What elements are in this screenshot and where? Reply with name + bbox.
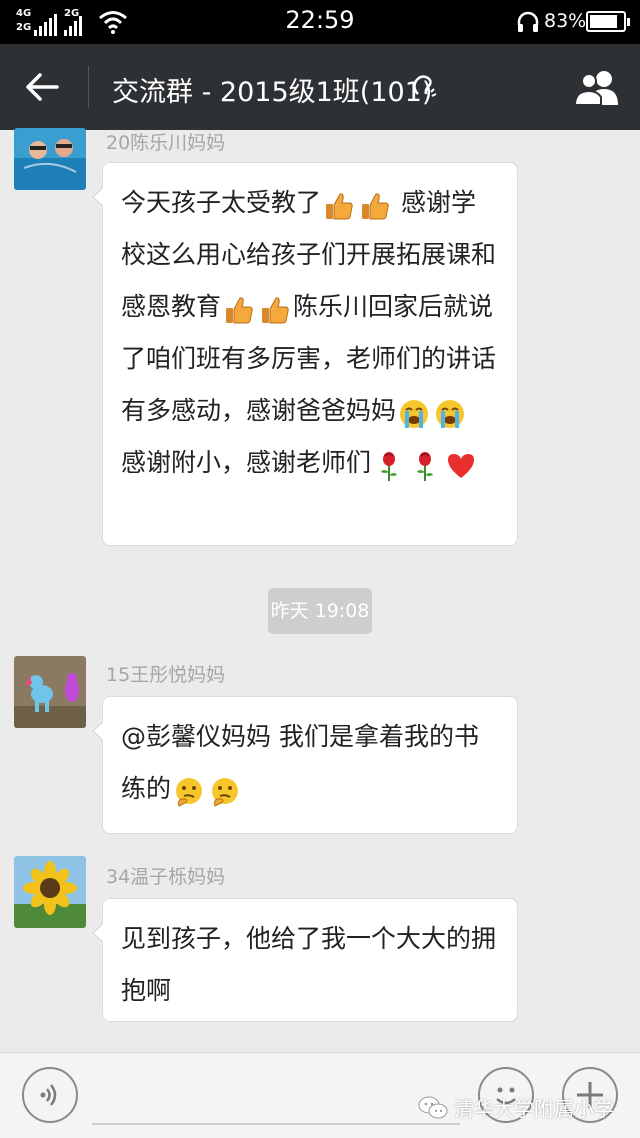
group-members-icon [573,71,618,105]
sender-name: 34温子栎妈妈 [106,866,226,888]
battery-icon [586,11,630,32]
voice-icon [40,1084,57,1106]
message-text: 今天孩子太受教了 [121,188,322,217]
message-text: 见到孩子，他给了我一个大大的拥抱啊 [121,924,497,1005]
message-bubble[interactable]: 见到孩子，他给了我一个大大的拥抱啊 [92,898,518,1022]
timestamp: 昨天 19:08 [268,588,372,634]
crying-face-icon [398,396,430,428]
earpiece-icon [413,75,437,97]
battery-fill [590,15,617,28]
voice-button[interactable] [22,1067,78,1123]
avatar[interactable] [14,656,86,728]
status-bar: 4G 2G 2G 22:59 83% [0,0,640,44]
thinking-face-icon [209,774,241,807]
crying-face-icon [434,396,466,428]
message-bubble[interactable]: @彭馨仪妈妈 我们是拿着我的书练的 [92,696,518,834]
message-bubble[interactable]: 今天孩子太受教了 感谢学校这么用心给孩子们开展拓展课和感恩教育 陈乐川回家后就说了… [92,162,518,546]
thumbs-up-icon [259,292,291,324]
sunflower-avatar [14,856,86,928]
arrow-left-icon [26,73,59,101]
message-input[interactable] [92,1123,460,1125]
group-members-button[interactable] [566,64,628,110]
headphone-icon [517,11,539,32]
wechat-logo-icon [418,1096,448,1118]
sender-name: 20陈乐川妈妈 [106,132,226,154]
input-bar: 清华大学附属小学 [0,1052,640,1138]
rose-icon [409,448,441,481]
thumbs-up-icon [323,188,355,220]
heart-icon [445,448,477,480]
watermark: 清华大学附属小学 [418,1093,614,1122]
chat-title: 交流群 - 2015级1班(101) [112,77,433,108]
swimming-kids-avatar [14,128,86,190]
battery-percent: 83% [544,10,587,32]
rose-icon [373,448,405,481]
message-text: 感谢附小，感谢老师们 [121,448,372,477]
avatar[interactable] [14,856,86,928]
sender-name: 15王彤悦妈妈 [106,664,226,686]
thumbs-up-icon [359,188,391,220]
thumbs-up-icon [223,292,255,324]
header-divider [88,66,89,108]
watermark-text: 清华大学附属小学 [454,1097,614,1121]
avatar[interactable] [14,128,86,190]
chat-header: 交流群 - 2015级1班(101) [0,44,640,130]
thinking-face-icon [173,774,205,807]
back-button[interactable] [14,62,70,112]
toy-pony-avatar [14,656,86,728]
